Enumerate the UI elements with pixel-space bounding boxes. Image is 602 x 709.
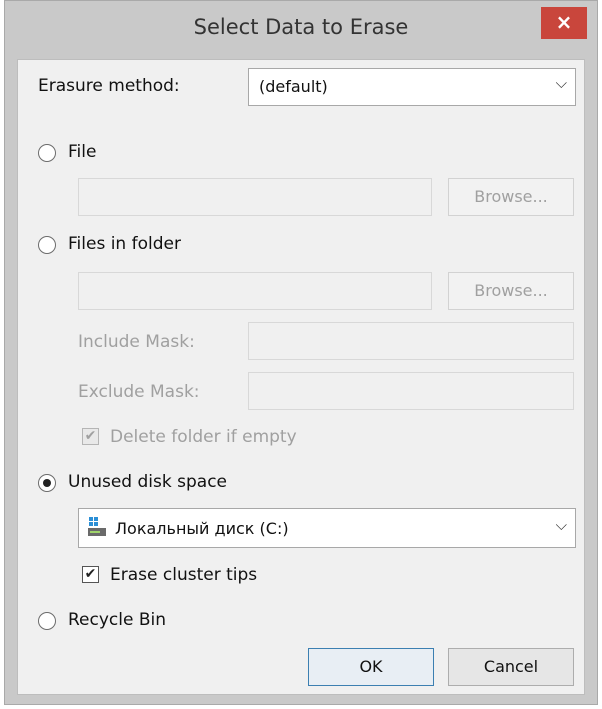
exclude-mask-input[interactable] (248, 372, 574, 410)
drive-select-value: Локальный диск (C:) (115, 519, 289, 538)
title-bar[interactable]: Select Data to Erase × (5, 1, 597, 59)
ok-button[interactable]: OK (308, 648, 434, 686)
radio-files-in-folder[interactable] (38, 236, 56, 254)
close-icon: × (555, 10, 573, 34)
close-button[interactable]: × (541, 7, 587, 39)
cancel-button[interactable]: Cancel (448, 648, 574, 686)
radio-files-in-folder-label[interactable]: Files in folder (68, 234, 181, 254)
dialog-title: Select Data to Erase (193, 15, 409, 39)
radio-file-label[interactable]: File (68, 142, 96, 162)
drive-icon (88, 517, 106, 536)
radio-recycle-bin-label[interactable]: Recycle Bin (68, 610, 166, 630)
radio-recycle-bin[interactable] (38, 612, 56, 630)
chevron-down-icon: ⌵ (555, 516, 567, 534)
erase-cluster-tips-label: Erase cluster tips (110, 565, 258, 585)
erasure-method-label: Erasure method: (38, 76, 180, 96)
erasure-method-select[interactable]: (default) ⌵ (248, 68, 576, 106)
chevron-down-icon: ⌵ (555, 74, 567, 92)
radio-unused-disk-space-label[interactable]: Unused disk space (68, 472, 227, 492)
dialog-body: Erasure method: (default) ⌵ File Browse.… (17, 59, 585, 695)
select-data-dialog: Select Data to Erase × Erasure method: (… (4, 0, 598, 705)
radio-file[interactable] (38, 144, 56, 162)
exclude-mask-label: Exclude Mask: (78, 382, 200, 402)
include-mask-label: Include Mask: (78, 332, 195, 352)
folder-browse-button[interactable]: Browse... (448, 272, 574, 310)
delete-folder-if-empty-label: Delete folder if empty (110, 427, 297, 447)
erasure-method-value: (default) (259, 77, 328, 96)
radio-unused-disk-space[interactable] (38, 474, 56, 492)
drive-select[interactable]: Локальный диск (C:) ⌵ (78, 508, 576, 548)
folder-path-input[interactable] (78, 272, 432, 310)
erase-cluster-tips-checkbox[interactable]: ✔ (82, 566, 99, 583)
delete-folder-if-empty-checkbox[interactable]: ✔ (82, 428, 99, 445)
file-browse-button[interactable]: Browse... (448, 178, 574, 216)
include-mask-input[interactable] (248, 322, 574, 360)
file-path-input[interactable] (78, 178, 432, 216)
